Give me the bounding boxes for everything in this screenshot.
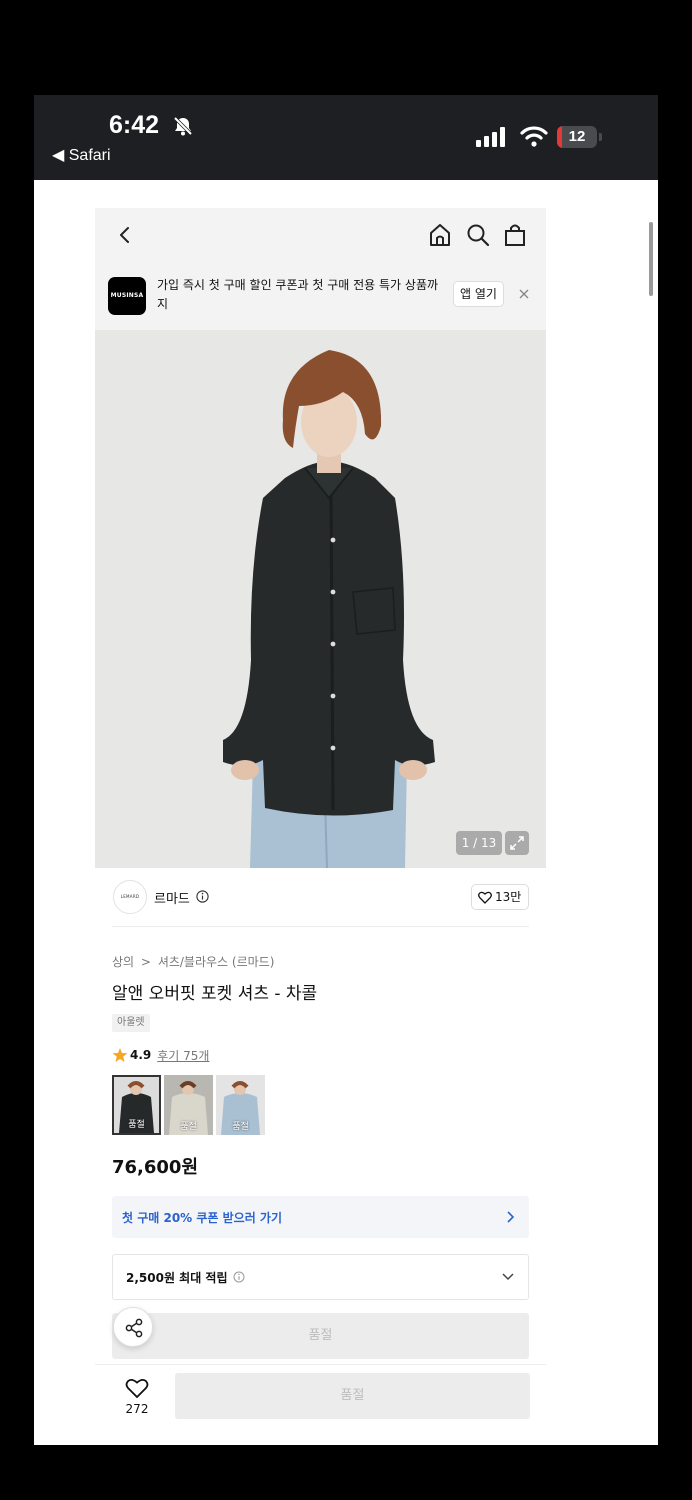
breadcrumb-separator: >: [140, 955, 151, 969]
product-title: 알앤 오버핏 포켓 셔츠 - 차콜: [112, 984, 318, 1004]
rating-row: 4.9 후기 75개: [112, 1046, 209, 1064]
info-icon[interactable]: [233, 1271, 245, 1283]
info-icon[interactable]: [196, 890, 209, 903]
star-icon: [112, 1048, 128, 1062]
product-page: MUSINSA 가입 즉시 첫 구매 할인 쿠폰과 첫 구매 전용 특가 상품까…: [95, 208, 546, 1445]
search-icon[interactable]: [465, 222, 491, 248]
brand-name[interactable]: 르마드: [154, 888, 190, 907]
banner-text: 가입 즉시 첫 구매 할인 쿠폰과 첫 구매 전용 특가 상품까지: [157, 278, 439, 311]
points-text: 2,500원 최대 적립: [126, 1271, 228, 1285]
review-link[interactable]: 후기 75개: [157, 1047, 209, 1064]
swatch-soldout-label: 품절: [180, 1122, 197, 1132]
swatch-charcoal[interactable]: 품절: [112, 1075, 161, 1135]
expand-image-button[interactable]: [505, 831, 529, 855]
bottom-action-bar: 272 품절: [95, 1364, 546, 1434]
musinsa-logo: MUSINSA: [108, 277, 146, 315]
heart-icon[interactable]: [125, 1377, 149, 1399]
status-bar: 6:42 ◀ Safari 12: [34, 95, 658, 180]
product-price: 76,600원: [112, 1157, 199, 1178]
share-button[interactable]: [113, 1307, 153, 1347]
swatch-soldout-label: 품절: [128, 1120, 145, 1130]
phone-screen: 6:42 ◀ Safari 12 MUSINSA 가입 즉시 첫 구매 할인 쿠…: [34, 95, 658, 1445]
status-time: 6:42: [109, 111, 160, 139]
color-swatches: 품절 품절 품절: [112, 1075, 265, 1135]
image-counter: 1 / 13: [456, 831, 502, 855]
battery-level: 12: [568, 128, 586, 145]
close-icon[interactable]: [517, 287, 531, 301]
brand-like-count: 13만: [495, 890, 522, 904]
home-icon[interactable]: [427, 222, 453, 248]
outlet-badge: 아울렛: [112, 1014, 150, 1032]
battery-indicator: 12: [557, 126, 603, 148]
breadcrumb-category[interactable]: 상의: [112, 955, 134, 969]
rating-score: 4.9: [130, 1048, 152, 1062]
share-icon: [125, 1318, 143, 1338]
chevron-right-icon: [507, 1211, 515, 1223]
soldout-button[interactable]: 품절: [112, 1313, 529, 1359]
top-nav: [95, 208, 546, 264]
breadcrumb: 상의 > 셔츠/블라우스 (르마드): [112, 953, 277, 970]
divider: [112, 926, 529, 927]
breadcrumb-subcategory[interactable]: 셔츠/블라우스 (르마드): [158, 955, 275, 969]
scrollbar[interactable]: [649, 222, 653, 296]
expand-icon: [510, 836, 524, 850]
brand-like-button[interactable]: 13만: [471, 884, 530, 910]
wifi-icon: [520, 126, 548, 147]
swatch-light-blue[interactable]: 품절: [216, 1075, 265, 1135]
product-image-carousel[interactable]: 1 / 13: [95, 330, 546, 868]
points-accordion[interactable]: 2,500원 최대 적립: [112, 1254, 529, 1300]
swatch-beige[interactable]: 품절: [164, 1075, 213, 1135]
model-photo: [95, 330, 546, 868]
wishlist-count: 272: [125, 1402, 149, 1416]
brand-logo[interactable]: LEMARD: [113, 880, 147, 914]
chevron-left-icon[interactable]: [115, 222, 135, 248]
back-to-safari[interactable]: ◀ Safari: [52, 145, 111, 165]
cellular-signal-icon: [476, 127, 505, 147]
coupon-banner[interactable]: 첫 구매 20% 쿠폰 받으러 가기: [112, 1196, 529, 1238]
buy-button[interactable]: 품절: [175, 1373, 530, 1419]
chevron-down-icon: [502, 1273, 514, 1281]
brand-row: LEMARD 르마드 13만: [95, 868, 546, 926]
shopping-bag-icon[interactable]: [503, 222, 527, 248]
bell-off-icon: [173, 116, 193, 136]
app-promo-banner: MUSINSA 가입 즉시 첫 구매 할인 쿠폰과 첫 구매 전용 특가 상품까…: [95, 264, 546, 330]
swatch-soldout-label: 품절: [232, 1122, 249, 1132]
coupon-text: 첫 구매 20% 쿠폰 받으러 가기: [122, 1211, 283, 1225]
open-app-button[interactable]: 앱 열기: [453, 281, 504, 307]
heart-icon: [478, 891, 492, 904]
